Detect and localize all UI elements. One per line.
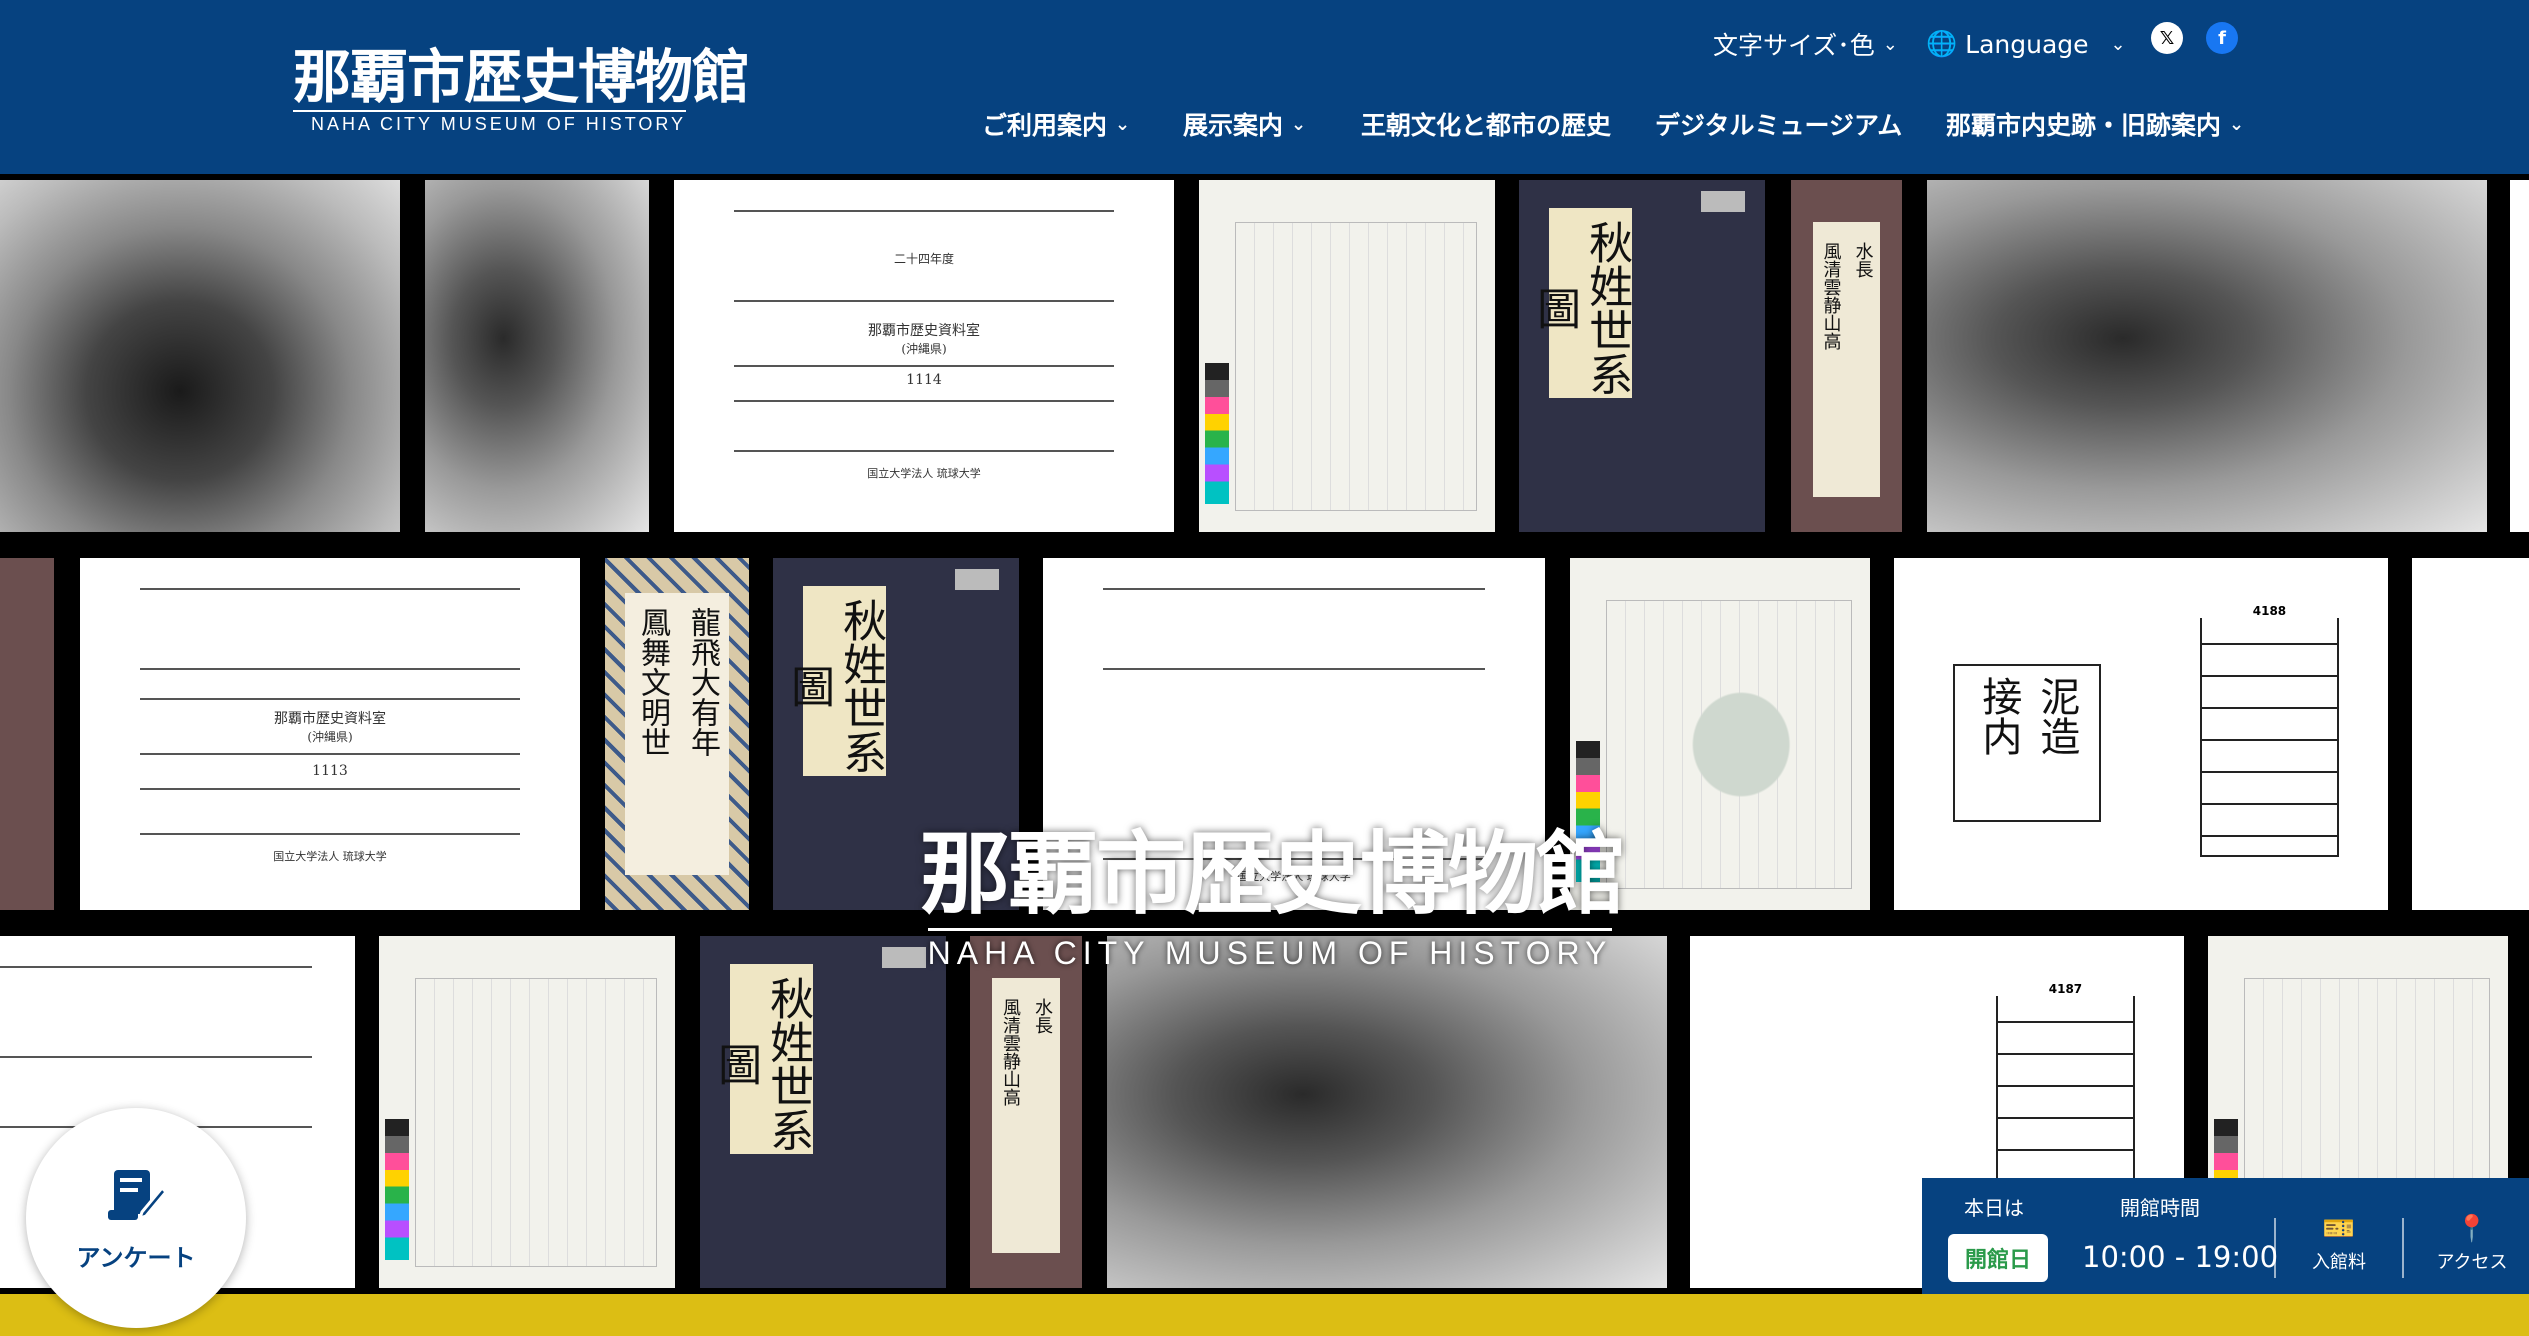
scroll-text: 龍飛大有年 (685, 607, 720, 758)
doc-text: 那覇市歴史資料室 (274, 711, 386, 727)
hero-gallery: 二十四年度 那覇市歴史資料室 (沖縄県) 1114 国立大学法人 琉球大学 秋姓… (0, 174, 2529, 1294)
divider (2402, 1218, 2404, 1278)
gallery-image (2412, 558, 2529, 910)
hours-label: 開館時間 (2120, 1196, 2200, 1220)
gallery-image: 那覇市歴史資料室 (沖縄県) 1113 国立大学法人 琉球大学 (80, 558, 580, 910)
doc-text: (沖縄県) (307, 730, 353, 744)
language-label: Language (1965, 29, 2089, 59)
gallery-image (379, 936, 675, 1288)
text-size-color-label: 文字サイズ･色 (1713, 31, 1875, 60)
doc-text: 那覇市歴史資料室 (868, 323, 980, 339)
nav-guide[interactable]: ご利用案内 ⌄ (982, 104, 1130, 144)
calligraphy-text: 接内 (1975, 675, 2022, 756)
scroll-text: 風清雲静山高 (1000, 998, 1021, 1107)
logo-english: NAHA CITY MUSEUM OF HISTORY (293, 110, 687, 135)
doc-text: 国立大学法人 琉球大学 (273, 850, 387, 863)
nav-historic-sites[interactable]: 那覇市内史跡・旧跡案内 ⌄ (1946, 104, 2244, 144)
language-menu[interactable]: 🌐 Language ⌄ (1926, 24, 2126, 64)
gallery-image (0, 558, 54, 910)
gallery-image: 風清雲静山高 水長 (1791, 180, 1902, 532)
hero-logo-japanese: 那覇市歴史博物館 (920, 821, 1626, 927)
nav-royal-culture[interactable]: 王朝文化と都市の歴史 (1361, 104, 1611, 144)
text-size-color-menu[interactable]: 文字サイズ･色 ⌄ (1713, 24, 1898, 64)
gallery-image (2510, 180, 2529, 532)
chevron-down-icon: ⌄ (1291, 113, 1307, 135)
record-id: 4187 (1996, 981, 2135, 996)
admission-label: 入館料 (2312, 1252, 2366, 1273)
nav-exhibitions[interactable]: 展示案内 ⌄ (1183, 104, 1306, 144)
nav-digital-museum[interactable]: デジタルミュージアム (1655, 104, 1902, 144)
x-twitter-icon[interactable]: 𝕏 (2151, 22, 2183, 54)
doc-text: 国立大学法人 琉球大学 (867, 467, 981, 480)
nav-historic-sites-label: 那覇市内史跡・旧跡案内 (1946, 111, 2222, 140)
admission-button[interactable]: 🎫 入館料 (2294, 1214, 2384, 1274)
doc-text: 1114 (906, 372, 942, 388)
doc-text: (沖縄県) (901, 342, 947, 356)
divider (2274, 1218, 2276, 1278)
gallery-image: 秋姓世系圖 (700, 936, 946, 1288)
nav-digital-museum-label: デジタルミュージアム (1655, 111, 1903, 140)
gallery-image: 風清雲静山高 水長 (970, 936, 1082, 1288)
doc-text: 二十四年度 (893, 252, 954, 266)
gallery-image: 秋姓世系圖 (1519, 180, 1765, 532)
scroll-text: 水長 (1852, 242, 1874, 279)
facebook-icon[interactable]: f (2206, 22, 2238, 54)
nav-royal-culture-label: 王朝文化と都市の歴史 (1361, 111, 1612, 140)
site-header: 那覇市歴史博物館 NAHA CITY MUSEUM OF HISTORY 文字サ… (0, 0, 2529, 174)
gallery-image: 接内 泥造 4188 (1894, 558, 2388, 910)
gallery-image: 二十四年度 那覇市歴史資料室 (沖縄県) 1114 国立大学法人 琉球大学 (674, 180, 1174, 532)
gallery-image (0, 180, 400, 532)
x-glyph: 𝕏 (2159, 27, 2175, 49)
record-id: 4188 (2200, 603, 2339, 618)
hero-logo: 那覇市歴史博物館 NAHA CITY MUSEUM OF HISTORY (920, 821, 1626, 972)
doc-text: 1113 (312, 763, 348, 779)
book-label: 秋姓世系圖 (710, 964, 814, 1155)
gallery-image: 鳳舞文明世 龍飛大有年 (605, 558, 749, 910)
chevron-down-icon: ⌄ (1115, 113, 1131, 135)
opening-hours: 10:00 - 19:00 (2082, 1240, 2279, 1274)
chevron-down-icon: ⌄ (2229, 113, 2245, 135)
logo-japanese: 那覇市歴史博物館 (293, 43, 750, 111)
site-logo[interactable]: 那覇市歴史博物館 NAHA CITY MUSEUM OF HISTORY (293, 43, 750, 136)
hero-logo-english: NAHA CITY MUSEUM OF HISTORY (927, 928, 1613, 972)
nav-exhibitions-label: 展示案内 (1183, 111, 1284, 140)
book-label: 秋姓世系圖 (1529, 208, 1633, 399)
chevron-down-icon: ⌄ (2110, 33, 2126, 55)
gallery-image (1927, 180, 2487, 532)
facebook-glyph: f (2218, 27, 2226, 49)
today-label: 本日は (1964, 1196, 2024, 1220)
chevron-down-icon: ⌄ (1882, 33, 1898, 55)
info-bar: 本日は 開館日 開館時間 10:00 - 19:00 🎫 入館料 📍 アクセス (1922, 1178, 2529, 1294)
survey-icon (108, 1169, 168, 1220)
scroll-text: 風清雲静山高 (1820, 242, 1842, 351)
access-button[interactable]: 📍 アクセス (2427, 1214, 2517, 1274)
gallery-image (1199, 180, 1495, 532)
map-pin-icon: 📍 (2455, 1214, 2489, 1244)
open-status-badge: 開館日 (1948, 1234, 2048, 1282)
survey-label: アンケート (76, 1243, 196, 1272)
scroll-text: 水長 (1032, 998, 1053, 1035)
gallery-image (425, 180, 649, 532)
survey-button[interactable]: アンケート (26, 1108, 246, 1328)
scroll-text: 鳳舞文明世 (635, 607, 670, 758)
globe-icon: 🌐 (1926, 29, 1958, 58)
access-label: アクセス (2436, 1252, 2508, 1273)
accent-bar (0, 1294, 2529, 1336)
book-label: 秋姓世系圖 (783, 586, 887, 777)
ticket-icon: 🎫 (2322, 1214, 2356, 1244)
gallery-image (1107, 936, 1667, 1288)
nav-guide-label: ご利用案内 (982, 111, 1108, 140)
calligraphy-text: 泥造 (2033, 675, 2080, 756)
